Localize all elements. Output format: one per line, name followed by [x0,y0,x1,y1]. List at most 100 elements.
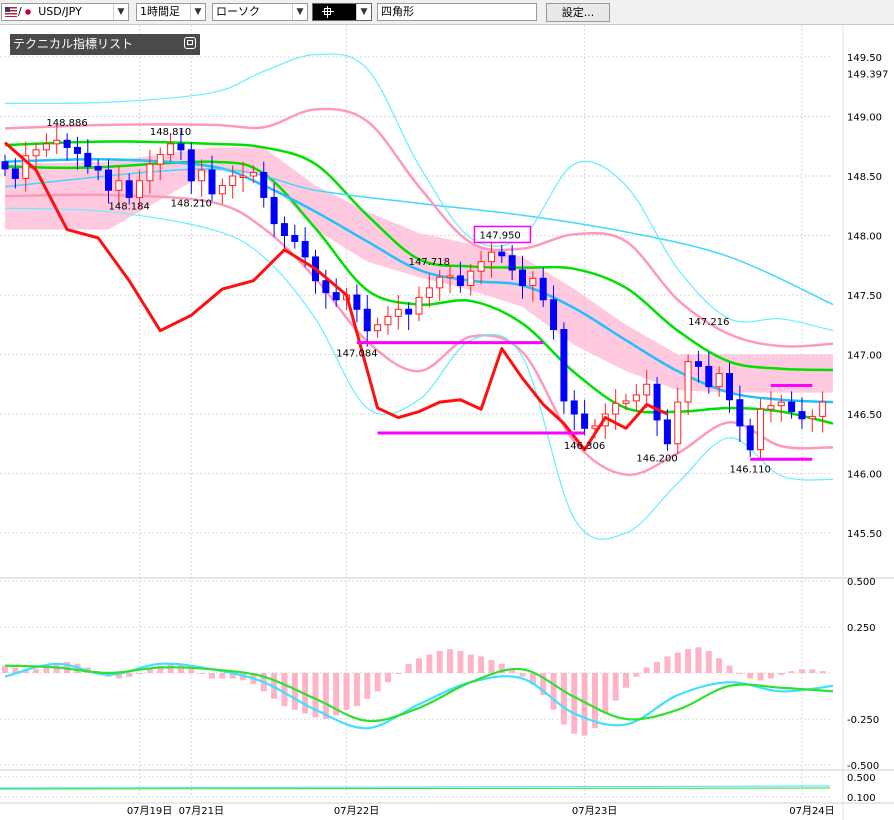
macd-axis-label: 0.500 [847,577,876,588]
indicator-list-panel[interactable]: テクニカル指標リスト [10,34,200,55]
candle-body [332,292,340,301]
macd-histogram-bar [209,673,215,679]
candle-body [632,394,640,402]
candle-body [550,299,558,331]
candle-body [1,161,9,170]
date-axis-label: 07月21日 [179,805,224,817]
candle-body [456,275,464,286]
price-annotation: 146.200 [636,454,677,465]
candle-body [280,223,288,237]
macd-histogram-bar [519,673,526,677]
price-axis-label: 149.50 [847,53,882,64]
chevron-down-icon[interactable]: ▼ [190,4,205,20]
macd-histogram-bar [488,660,495,673]
candle-body [436,276,444,289]
macd-histogram-bar [767,673,774,679]
candle-body [467,270,475,286]
candle-body [42,143,50,151]
candle-body [291,235,299,242]
candle-body [374,324,382,332]
macd-histogram-bar [322,673,329,719]
us-flag-icon [5,7,17,17]
price-axis-label: 146.00 [847,470,882,481]
macd-histogram-bar [716,658,723,673]
macd-histogram-bar [602,673,609,714]
macd-histogram-bar [426,654,433,673]
candle-body [53,139,61,145]
price-axis-label: 148.00 [847,232,882,243]
macd-histogram-bar [705,650,712,673]
restore-window-icon[interactable] [184,37,196,49]
candle-body [167,143,175,156]
macd-histogram-bar [736,673,743,674]
chevron-down-icon[interactable]: ▼ [292,4,307,20]
date-axis-label: 07月22日 [334,805,379,817]
chevron-down-icon[interactable]: ▼ [113,4,128,20]
candle-body [32,149,40,157]
macd-histogram-bar [643,667,650,673]
candle-body [808,415,816,420]
candle-body [270,196,278,225]
price-axis-label: 149.00 [847,113,882,124]
macd-histogram-bar [126,673,133,677]
candle-body [260,171,268,198]
timeframe-label: 1時間足 [140,5,180,18]
drawing-shape-label: 四角形 [381,5,414,18]
candle-body [446,275,454,278]
price-axis-label: 147.00 [847,351,882,362]
candle-body [622,400,630,404]
date-axis-label: 07月19日 [127,805,172,817]
macd-histogram-bar [384,673,391,683]
price-axis-label: 145.50 [847,529,882,540]
candle-body [726,373,733,401]
drawing-shape-field[interactable]: 四角形 [377,3,537,21]
macd-histogram-bar [416,658,422,673]
candle-body [819,401,827,417]
candle-body [384,315,392,326]
macd-histogram-bar [146,669,153,673]
symbol-select[interactable]: / USD/JPY ▼ [1,3,129,21]
candle-body [487,251,495,263]
macd-histogram-bar [43,667,50,673]
candle-body [560,329,568,402]
settings-button[interactable]: 設定... [546,3,610,22]
price-axis-label: 149.397 [847,69,888,80]
macd-histogram-bar [467,654,474,673]
macd-histogram-bar [198,673,205,674]
candle-body [301,240,309,258]
candle-body [570,400,578,415]
macd-histogram-bar [478,656,485,673]
candle-body [653,383,661,421]
price-annotation: 148.810 [150,127,191,138]
chart-area[interactable]: 148.886 148.810 148.184 148.210 147.718 147.9… [0,25,894,820]
candle-body [767,405,775,410]
candle-body [674,401,682,445]
candle-body [84,152,92,167]
candle-body [777,401,785,407]
candle-body [508,255,516,271]
macd-histogram-bar [788,671,795,673]
candle-body [322,280,330,294]
candle-body [663,419,671,445]
candle-body [146,163,154,182]
macd-histogram-bar [685,649,692,673]
chart-style-select[interactable]: ローソク ▼ [212,3,308,21]
osc-axis-label: 0.100 [847,793,876,804]
chart-style-label: ローソク [216,5,260,18]
price-annotation: 146.110 [730,464,771,475]
line-tool-select[interactable]: ▼ [312,3,372,21]
chevron-down-icon[interactable]: ▼ [356,4,371,20]
candle-body [694,361,702,367]
macd-histogram-bar [747,673,754,679]
candle-body [581,413,589,429]
candle-body [239,175,247,178]
macd-axis-label: 0.250 [847,623,876,634]
candle-body [798,411,806,420]
candle-body [363,308,371,332]
candle-body [229,175,237,187]
macd-histogram-bar [654,661,661,673]
macd-histogram-bar [436,650,443,673]
osc-axis-label: 0.500 [847,773,876,784]
price-annotation: 148.886 [46,118,87,129]
timeframe-select[interactable]: 1時間足 ▼ [136,3,206,21]
